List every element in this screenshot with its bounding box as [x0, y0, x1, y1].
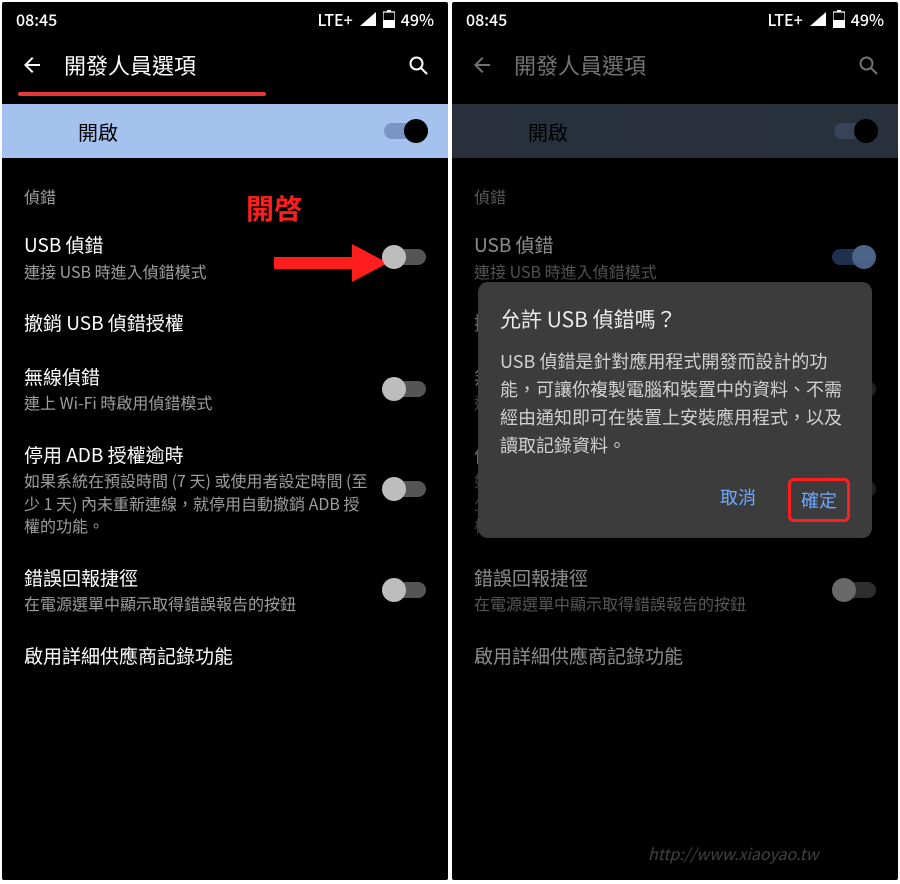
title-underline-annotation	[18, 92, 266, 96]
search-button[interactable]	[850, 53, 886, 77]
master-enable-label: 開啟	[472, 117, 834, 146]
setting-revoke-usb[interactable]: 撤銷 USB 偵錯授權	[2, 296, 448, 350]
signal-icon	[359, 11, 377, 27]
setting-sub: 連接 USB 時進入偵錯模式	[474, 260, 820, 282]
dialog-body: USB 偵錯是針對應用程式開發而設計的功能，可讓你複製電腦和裝置中的資料、不需經…	[500, 348, 850, 460]
setting-sub: 連上 Wi-Fi 時啟用偵錯模式	[24, 391, 370, 413]
setting-title: 無線偵錯	[24, 364, 370, 390]
network-label: LTE+	[767, 7, 802, 31]
adb-timeout-toggle[interactable]	[382, 477, 426, 501]
setting-title: 停用 ADB 授權逾時	[24, 442, 370, 468]
page-title: 開發人員選項	[50, 49, 400, 81]
signal-icon	[809, 11, 827, 27]
status-right: LTE+ 49%	[317, 7, 434, 31]
usb-debug-toggle[interactable]	[382, 245, 426, 269]
search-button[interactable]	[400, 53, 436, 77]
master-enable-row[interactable]: 開啟	[2, 104, 448, 158]
setting-title: USB 偵錯	[474, 232, 820, 258]
status-right: LTE+ 49%	[767, 7, 884, 31]
setting-wireless-debug[interactable]: 無線偵錯 連上 Wi-Fi 時啟用偵錯模式	[2, 350, 448, 428]
svg-text:http://www.xiaoyao.tw: http://www.xiaoyao.tw	[648, 841, 821, 865]
setting-sub: 如果系統在預設時間 (7 天) 或使用者設定時間 (至少 1 天) 內未重新連線…	[24, 469, 370, 536]
status-time: 08:45	[16, 7, 57, 31]
usb-debug-dialog: 允許 USB 偵錯嗎？ USB 偵錯是針對應用程式開發而設計的功能，可讓你複製電…	[478, 282, 872, 538]
setting-title: 錯誤回報捷徑	[24, 565, 370, 591]
setting-verbose-vendor[interactable]: 啟用詳細供應商記錄功能	[452, 629, 898, 683]
section-debug: 偵錯	[2, 158, 448, 218]
setting-verbose-vendor[interactable]: 啟用詳細供應商記錄功能	[2, 629, 448, 683]
setting-title: 撤銷 USB 偵錯授權	[24, 310, 414, 336]
status-time: 08:45	[466, 7, 507, 31]
section-debug: 偵錯	[452, 158, 898, 218]
status-bar: 08:45 LTE+ 49%	[2, 2, 448, 36]
setting-adb-timeout[interactable]: 停用 ADB 授權逾時 如果系統在預設時間 (7 天) 或使用者設定時間 (至少…	[2, 428, 448, 551]
dialog-cancel-button[interactable]: 取消	[710, 478, 766, 522]
battery-text: 49%	[851, 7, 884, 31]
master-enable-row[interactable]: 開啟	[452, 104, 898, 158]
annotation-open-label: 開啓	[246, 188, 302, 228]
dialog-ok-button[interactable]: 確定	[788, 478, 850, 522]
setting-sub: 在電源選單中顯示取得錯誤報告的按鈕	[24, 592, 370, 614]
setting-title: 啟用詳細供應商記錄功能	[24, 643, 414, 669]
setting-title: 啟用詳細供應商記錄功能	[474, 643, 864, 669]
bugreport-toggle[interactable]	[832, 578, 876, 602]
status-bar: 08:45 LTE+ 49%	[452, 2, 898, 36]
setting-sub: 在電源選單中顯示取得錯誤報告的按鈕	[474, 592, 820, 614]
back-button[interactable]	[14, 53, 50, 77]
network-label: LTE+	[317, 7, 352, 31]
phone-left: 08:45 LTE+ 49% 開發人員選項 開啟	[2, 2, 448, 880]
wireless-debug-toggle[interactable]	[382, 377, 426, 401]
battery-icon	[383, 10, 395, 28]
dialog-title: 允許 USB 偵錯嗎？	[500, 304, 850, 334]
setting-title: 錯誤回報捷徑	[474, 565, 820, 591]
page-title: 開發人員選項	[500, 49, 850, 81]
annotation-arrow-icon	[270, 240, 390, 286]
dialog-actions: 取消 確定	[500, 460, 850, 528]
setting-bugreport[interactable]: 錯誤回報捷徑 在電源選單中顯示取得錯誤報告的按鈕	[2, 551, 448, 629]
battery-icon	[833, 10, 845, 28]
app-header: 開發人員選項	[452, 36, 898, 94]
master-enable-label: 開啟	[22, 117, 384, 146]
master-enable-toggle[interactable]	[384, 119, 428, 143]
bugreport-toggle[interactable]	[382, 578, 426, 602]
back-button[interactable]	[464, 53, 500, 77]
phone-right: 08:45 LTE+ 49% 開發人員選項 開啟	[452, 2, 898, 880]
watermark: http://www.xiaoyao.tw	[648, 832, 888, 872]
app-header: 開發人員選項	[2, 36, 448, 94]
usb-debug-toggle[interactable]	[832, 245, 876, 269]
master-enable-toggle[interactable]	[834, 119, 878, 143]
battery-text: 49%	[401, 7, 434, 31]
setting-bugreport[interactable]: 錯誤回報捷徑 在電源選單中顯示取得錯誤報告的按鈕	[452, 551, 898, 629]
